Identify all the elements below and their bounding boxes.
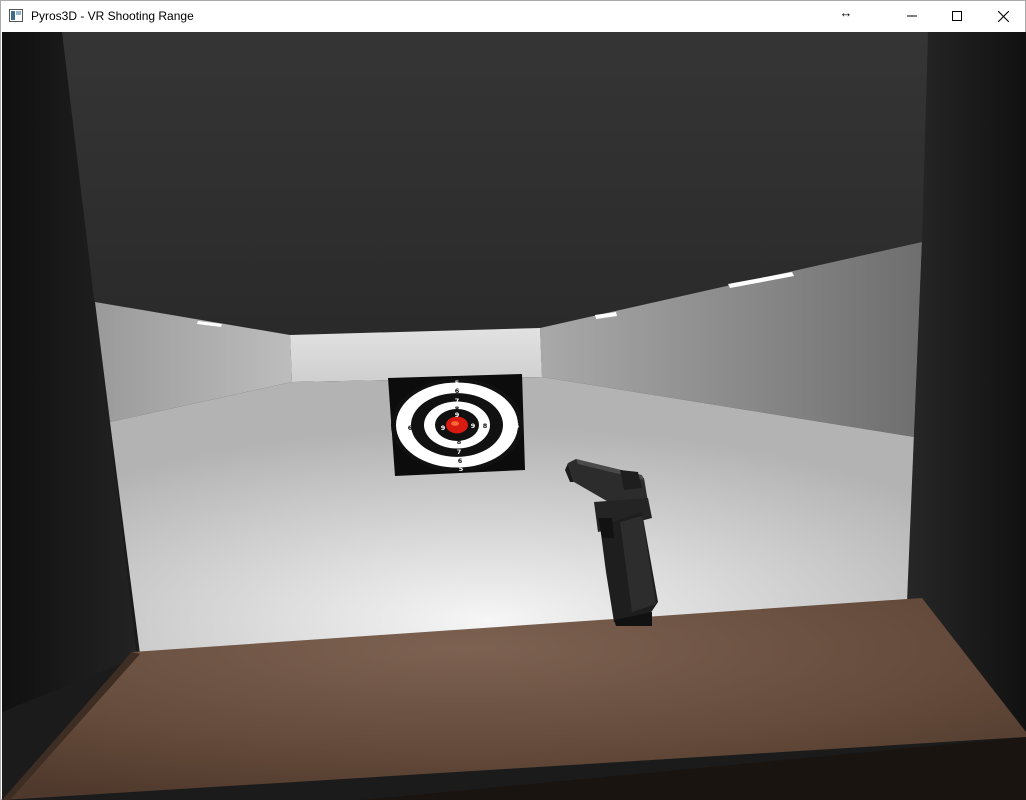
maximize-button[interactable] — [934, 1, 980, 31]
target-label-bottom-8: 8 — [457, 438, 462, 446]
target-label-right-5: 5 — [515, 422, 520, 430]
target-label-left-9: 9 — [441, 424, 446, 432]
back-wall — [290, 328, 542, 382]
minimize-button[interactable] — [889, 1, 935, 31]
target-label-left-5: 5 — [398, 424, 403, 432]
shooting-range-scene: 5 6 7 8 9 8 7 6 5 5 6 7 8 9 9 8 7 6 5 — [2, 32, 1026, 800]
target-label-top-9: 9 — [455, 411, 460, 419]
close-icon — [997, 10, 1009, 22]
app-window: Pyros3D - VR Shooting Range ↔ 5 6 7 8 9 … — [0, 0, 1026, 800]
resize-arrows-icon: ↔ — [839, 5, 853, 20]
window-title: Pyros3D - VR Shooting Range — [31, 9, 194, 23]
target-label-right-6: 6 — [504, 422, 509, 430]
target-label-top-5: 5 — [455, 379, 460, 387]
target-label-left-8: 8 — [429, 424, 434, 432]
target-board: 5 6 7 8 9 8 7 6 5 5 6 7 8 9 9 8 7 6 5 — [388, 374, 525, 476]
target-label-top-6: 6 — [455, 387, 460, 395]
target-label-left-7: 7 — [419, 424, 424, 432]
target-label-right-7: 7 — [493, 422, 498, 430]
target-label-bottom-5: 5 — [459, 465, 464, 473]
target-label-left-6: 6 — [408, 424, 413, 432]
target-label-bottom-6: 6 — [458, 457, 463, 465]
target-label-bottom-7: 7 — [457, 448, 462, 456]
3d-viewport[interactable]: 5 6 7 8 9 8 7 6 5 5 6 7 8 9 9 8 7 6 5 — [2, 32, 1026, 800]
target-label-right-8: 8 — [483, 422, 488, 430]
close-button[interactable] — [980, 1, 1026, 31]
maximize-icon — [952, 11, 962, 21]
target-label-top-7: 7 — [455, 397, 460, 405]
minimize-icon — [907, 15, 917, 17]
title-bar[interactable]: Pyros3D - VR Shooting Range ↔ — [1, 1, 1025, 31]
app-window-icon — [9, 9, 23, 22]
target-label-right-9: 9 — [471, 422, 476, 430]
